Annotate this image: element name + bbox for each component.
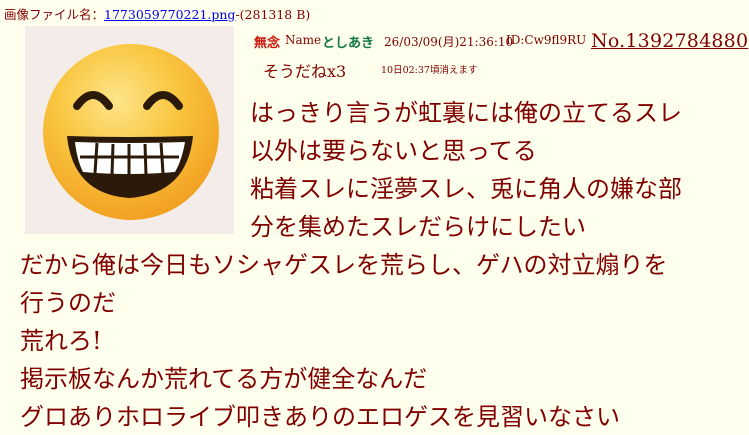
post-line: 行うのだ	[20, 289, 116, 317]
post-body-lower: だから俺は今日もソシャゲスレを荒らし、ゲハの対立煽りを 行うのだ 荒れろ! 掲示…	[20, 246, 668, 435]
post-line: はっきり言うが虹裏には俺の立てるスレ	[250, 99, 682, 127]
post-line: 以外は要らないと思ってる	[250, 137, 537, 165]
file-info-label: 画像ファイル名：	[4, 7, 105, 22]
post-datetime: 26/03/09(月)21:36:10	[384, 35, 514, 49]
post-line: グロありホロライブ叩きありのエロゲスを見習いなさい	[20, 403, 620, 431]
post-body-upper: はっきり言うが虹裏には俺の立てるスレ 以外は要らないと思ってる 粘着スレに淫夢ス…	[250, 94, 682, 246]
post-thumbnail[interactable]	[25, 26, 234, 234]
expire-notice: 10日02:37頃消えます	[381, 65, 478, 76]
post-page: 画像ファイル名：1773059770221.png-(281318 B) 無念 …	[0, 0, 749, 435]
post-line: 掲示板なんか荒れてる方が健全なんだ	[20, 365, 428, 393]
post-line: だから俺は今日もソシャゲスレを荒らし、ゲハの対立煽りを	[20, 251, 668, 279]
soudane-button[interactable]: そうだねx3	[263, 62, 346, 81]
post-line: 粘着スレに淫夢スレ、兎に角人の嫌な部	[250, 175, 682, 203]
post-line: 荒れろ!	[20, 327, 102, 355]
post-line: 分を集めたスレだらけにしたい	[250, 213, 586, 241]
name-label: Name	[285, 33, 322, 47]
grinning-face-icon	[25, 26, 234, 234]
file-info: 画像ファイル名：1773059770221.png-(281318 B)	[4, 7, 310, 23]
post-number-link[interactable]: No.1392784880	[591, 30, 748, 52]
reaction-row: そうだねx3 10日02:37頃消えます	[263, 58, 477, 82]
poster-id: ID:Cw9fl9RU	[506, 33, 587, 47]
post-subject: 無念	[254, 36, 281, 51]
file-size: -(281318 B)	[235, 7, 311, 22]
poster-name: としあき	[322, 36, 375, 51]
image-filename-link[interactable]: 1773059770221.png	[104, 7, 235, 22]
